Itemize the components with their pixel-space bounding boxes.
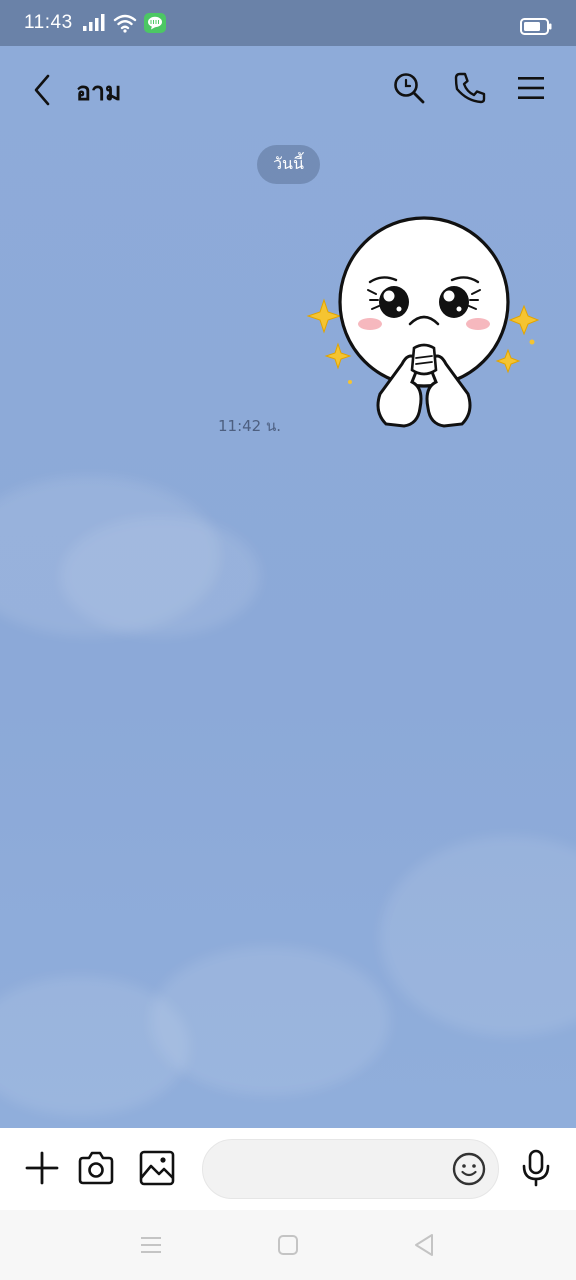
call-button[interactable] — [452, 70, 488, 106]
chat-title[interactable]: อาม — [76, 72, 122, 112]
date-separator: วันนี้ — [257, 145, 320, 184]
line-app-icon — [143, 13, 166, 33]
navigation-bar — [0, 1210, 576, 1280]
home-button[interactable] — [275, 1232, 301, 1258]
message-time: 11:42 น. — [218, 417, 282, 435]
menu-icon — [518, 77, 544, 99]
image-icon — [139, 1150, 175, 1186]
emoji-button[interactable] — [452, 1152, 486, 1186]
battery-icon — [520, 18, 552, 35]
status-bar: 11:43 — [0, 0, 576, 46]
recents-icon — [141, 1237, 161, 1253]
search-button[interactable] — [391, 70, 427, 106]
menu-button[interactable] — [513, 70, 549, 106]
nav-back-button[interactable] — [411, 1232, 437, 1258]
search-icon — [394, 73, 425, 104]
chat-background — [0, 46, 576, 1128]
status-icons — [82, 13, 166, 33]
camera-icon — [78, 1151, 114, 1185]
phone-icon — [454, 72, 486, 104]
sticker-message[interactable] — [304, 212, 544, 432]
back-icon — [34, 74, 50, 106]
back-triangle-icon — [415, 1234, 433, 1256]
recents-button[interactable] — [138, 1232, 164, 1258]
status-time: 11:43 — [24, 12, 73, 33]
camera-button[interactable] — [76, 1148, 116, 1188]
microphone-icon — [522, 1149, 550, 1187]
plus-icon — [25, 1151, 59, 1185]
wifi-icon — [113, 14, 136, 33]
voice-button[interactable] — [516, 1148, 556, 1188]
moon-pleading-sticker — [306, 216, 540, 428]
home-icon — [278, 1235, 298, 1255]
signal-icon — [82, 14, 105, 31]
add-button[interactable] — [22, 1148, 62, 1188]
input-bar — [0, 1128, 576, 1210]
chat-header: อาม — [0, 46, 576, 134]
gallery-button[interactable] — [137, 1148, 177, 1188]
back-button[interactable] — [26, 72, 58, 108]
emoji-icon — [452, 1152, 486, 1186]
